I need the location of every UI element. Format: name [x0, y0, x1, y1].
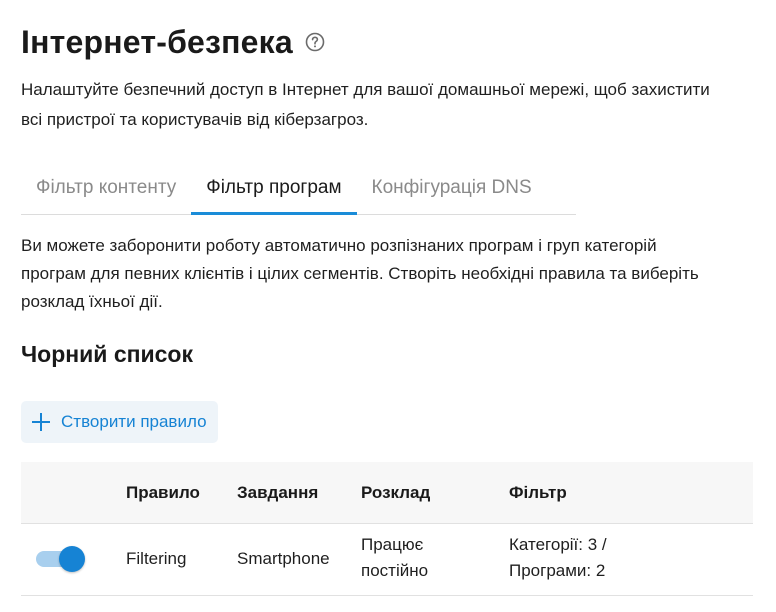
- app-filter-description-line: Ви можете заборонити роботу автоматично …: [21, 236, 657, 255]
- schedule-cell: Працює постійно: [361, 532, 428, 584]
- tab-app-filter[interactable]: Фільтр програм: [191, 164, 357, 215]
- blacklist-title: Чорний список: [21, 341, 193, 367]
- tab-content-filter[interactable]: Фільтр контенту: [21, 164, 191, 214]
- page-description: Налаштуйте безпечний доступ в Інтернет д…: [21, 75, 761, 135]
- toggle-knob: [59, 546, 85, 572]
- table-header: Правило Завдання Розклад Фільтр: [21, 462, 753, 524]
- page-title: Інтернет-безпека: [21, 24, 293, 60]
- title-row: Інтернет-безпека: [21, 22, 325, 62]
- filter-line: Програми: 2: [509, 561, 606, 580]
- table-row[interactable]: Filtering Smartphone Працює постійно Кат…: [21, 524, 753, 596]
- column-header-schedule[interactable]: Розклад: [361, 462, 430, 523]
- plus-icon: [31, 412, 51, 432]
- column-header-filter[interactable]: Фільтр: [509, 462, 567, 523]
- filter-cell: Категорії: 3 / Програми: 2: [509, 532, 607, 584]
- rule-enabled-toggle[interactable]: [36, 546, 85, 572]
- schedule-line: постійно: [361, 561, 429, 580]
- page-description-line: Налаштуйте безпечний доступ в Інтернет д…: [21, 80, 710, 99]
- app-filter-description-line: програм для певних клієнтів і цілих сегм…: [21, 264, 699, 283]
- question-circle-icon[interactable]: [305, 32, 325, 52]
- app-filter-description-line: розклад їхньої дії.: [21, 292, 163, 311]
- schedule-line: Працює: [361, 535, 424, 554]
- column-header-rule[interactable]: Правило: [126, 462, 200, 523]
- rule-name-cell: Filtering: [126, 549, 187, 568]
- app-filter-description: Ви можете заборонити роботу автоматично …: [21, 232, 761, 316]
- create-rule-button[interactable]: Створити правило: [21, 401, 218, 443]
- blacklist-table: Правило Завдання Розклад Фільтр Filterin…: [21, 462, 753, 596]
- tab-bar: Фільтр контенту Фільтр програм Конфігура…: [21, 164, 576, 215]
- page-description-line: всі пристрої та користувачів від кіберза…: [21, 110, 369, 129]
- tab-dns-configuration[interactable]: Конфігурація DNS: [357, 164, 547, 214]
- create-rule-label: Створити правило: [61, 412, 207, 431]
- column-header-task[interactable]: Завдання: [237, 462, 318, 523]
- task-cell: Smartphone: [237, 549, 330, 568]
- filter-line: Категорії: 3 /: [509, 535, 607, 554]
